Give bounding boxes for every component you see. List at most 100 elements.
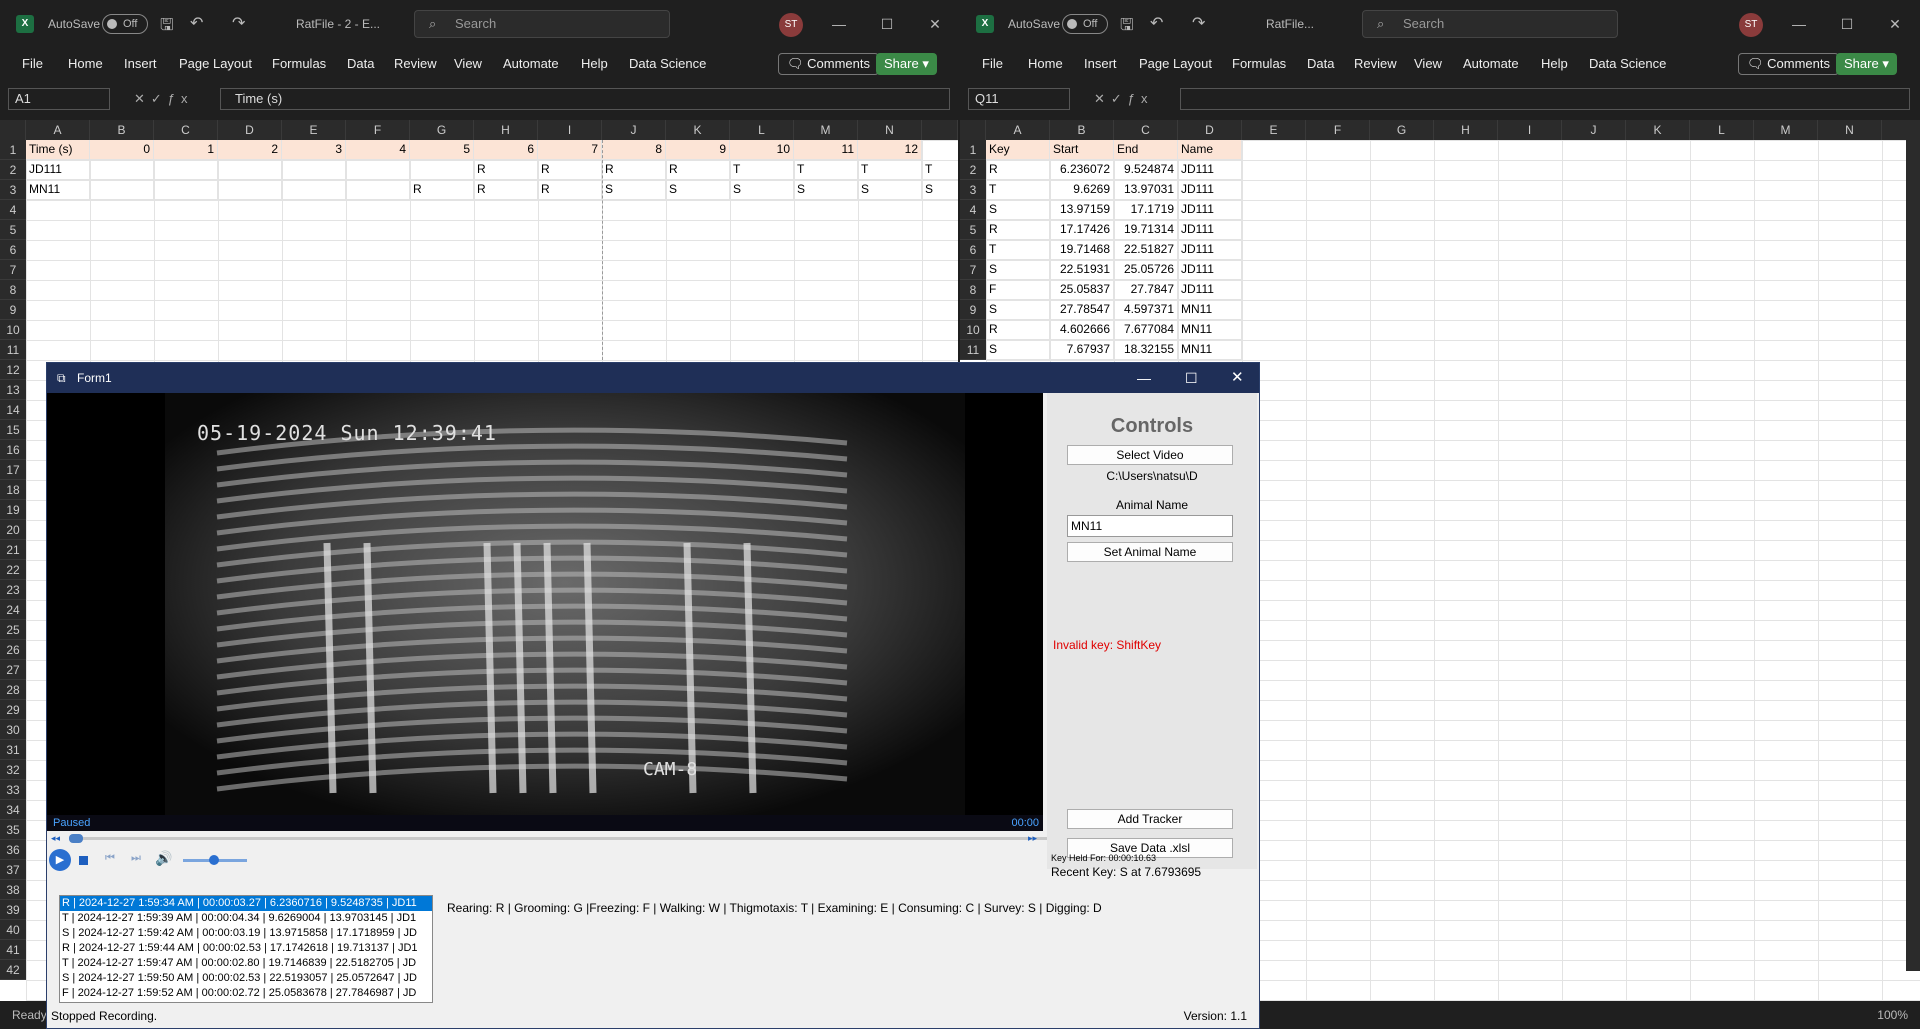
row-header[interactable]: 26 [0, 640, 26, 660]
list-item[interactable]: F | 2024-12-27 1:59:52 AM | 00:00:02.72 … [60, 986, 432, 1001]
column-header[interactable]: M [1754, 120, 1818, 140]
video-player[interactable]: 05-19-2024 Sun 12:39:41 CAM-8 [47, 393, 1043, 815]
table-cell[interactable]: 7.677084 [1114, 320, 1178, 340]
doc-title[interactable]: RatFile... [1266, 17, 1314, 31]
avatar[interactable]: ST [779, 13, 803, 37]
menu-file[interactable]: File [982, 56, 1003, 71]
table-cell[interactable]: JD111 [1178, 200, 1242, 220]
row-header[interactable]: 37 [0, 860, 26, 880]
save-icon[interactable]: 🖫 [160, 14, 174, 41]
row-header[interactable]: 25 [0, 620, 26, 640]
table-cell[interactable] [154, 160, 218, 180]
table-cell[interactable]: 10 [730, 140, 794, 160]
table-cell[interactable]: JD111 [1178, 220, 1242, 240]
table-cell[interactable]: JD111 [1178, 160, 1242, 180]
row-header[interactable]: 7 [960, 260, 986, 280]
search-box[interactable]: ⌕ Search [1362, 10, 1618, 38]
row-header[interactable]: 32 [0, 760, 26, 780]
event-log-list[interactable]: R | 2024-12-27 1:59:34 AM | 00:00:03.27 … [59, 895, 433, 1003]
table-cell[interactable]: 0 [90, 140, 154, 160]
table-cell[interactable]: 11 [794, 140, 858, 160]
row-header[interactable]: 4 [960, 200, 986, 220]
table-cell[interactable]: 7.67937 [1050, 340, 1114, 360]
table-cell[interactable]: S [602, 180, 666, 200]
menu-data[interactable]: Data [1307, 56, 1334, 71]
row-header[interactable]: 2 [960, 160, 986, 180]
select-all-corner[interactable] [0, 120, 26, 140]
table-cell[interactable]: R [410, 180, 474, 200]
menu-automate[interactable]: Automate [503, 56, 559, 71]
row-header[interactable]: 14 [0, 400, 26, 420]
table-cell[interactable] [218, 180, 282, 200]
row-header[interactable]: 17 [0, 460, 26, 480]
table-cell[interactable]: 4 [346, 140, 410, 160]
menu-data[interactable]: Data [347, 56, 374, 71]
table-cell[interactable]: R [602, 160, 666, 180]
table-cell[interactable]: S [730, 180, 794, 200]
table-cell[interactable]: JD111 [1178, 180, 1242, 200]
minimize-icon[interactable]: — [824, 10, 854, 38]
next-icon[interactable]: ⏭ [131, 852, 141, 865]
row-header[interactable]: 13 [0, 380, 26, 400]
table-cell[interactable]: End [1114, 140, 1178, 160]
table-cell[interactable]: R [986, 160, 1050, 180]
menu-insert[interactable]: Insert [1084, 56, 1117, 71]
select-all-corner[interactable] [960, 120, 986, 140]
table-cell[interactable]: 17.1719 [1114, 200, 1178, 220]
column-header[interactable]: J [1562, 120, 1626, 140]
table-cell[interactable] [90, 160, 154, 180]
table-cell[interactable]: R [538, 160, 602, 180]
row-header[interactable]: 5 [0, 220, 26, 240]
table-cell[interactable]: T [922, 160, 958, 180]
table-cell[interactable] [218, 160, 282, 180]
row-header[interactable]: 23 [0, 580, 26, 600]
row-header[interactable]: 10 [0, 320, 26, 340]
table-cell[interactable]: S [986, 300, 1050, 320]
seek-bar[interactable] [69, 834, 1059, 843]
menu-view[interactable]: View [454, 56, 482, 71]
table-cell[interactable]: T [730, 160, 794, 180]
menu-data-science[interactable]: Data Science [1589, 56, 1666, 71]
row-header[interactable]: 9 [0, 300, 26, 320]
table-cell[interactable]: Key [986, 140, 1050, 160]
maximize-icon[interactable]: ☐ [872, 10, 902, 38]
row-header[interactable]: 6 [0, 240, 26, 260]
list-item[interactable]: R | 2024-12-27 1:59:34 AM | 00:00:03.27 … [60, 896, 432, 911]
column-header[interactable]: L [730, 120, 794, 140]
row-header[interactable]: 27 [0, 660, 26, 680]
row-header[interactable]: 15 [0, 420, 26, 440]
row-header[interactable]: 24 [0, 600, 26, 620]
table-cell[interactable]: 9 [666, 140, 730, 160]
list-item[interactable]: T | 2024-12-27 1:59:47 AM | 00:00:02.80 … [60, 956, 432, 971]
column-header[interactable]: F [346, 120, 410, 140]
menu-file[interactable]: File [22, 56, 43, 71]
column-header[interactable]: H [474, 120, 538, 140]
row-header[interactable]: 41 [0, 940, 26, 960]
table-cell[interactable]: 22.51931 [1050, 260, 1114, 280]
redo-icon[interactable]: ↷ [232, 13, 245, 33]
table-cell[interactable]: R [986, 220, 1050, 240]
volume-icon[interactable]: 🔊 [155, 850, 172, 867]
select-video-button[interactable]: Select Video [1067, 445, 1233, 465]
table-cell[interactable]: 5 [410, 140, 474, 160]
menu-help[interactable]: Help [581, 56, 608, 71]
share-button[interactable]: Share ▾ [1836, 53, 1897, 75]
autosave-toggle[interactable]: Off [1062, 14, 1108, 34]
table-cell[interactable]: 25.05837 [1050, 280, 1114, 300]
row-header[interactable]: 21 [0, 540, 26, 560]
table-cell[interactable]: 27.78547 [1050, 300, 1114, 320]
minimize-icon[interactable]: — [1784, 10, 1814, 38]
table-cell[interactable]: R [666, 160, 730, 180]
undo-icon[interactable]: ↶ [1150, 13, 1163, 33]
row-header[interactable]: 16 [0, 440, 26, 460]
maximize-icon[interactable]: ☐ [1185, 363, 1198, 393]
rewind-icon[interactable]: ◂◂ [51, 833, 60, 844]
table-cell[interactable]: JD111 [1178, 260, 1242, 280]
table-cell[interactable] [154, 180, 218, 200]
volume-slider[interactable] [183, 855, 247, 865]
column-header[interactable]: L [1690, 120, 1754, 140]
table-cell[interactable]: S [986, 200, 1050, 220]
table-cell[interactable]: JD111 [1178, 240, 1242, 260]
zoom-level[interactable]: 100% [1877, 1001, 1908, 1029]
row-header[interactable]: 18 [0, 480, 26, 500]
